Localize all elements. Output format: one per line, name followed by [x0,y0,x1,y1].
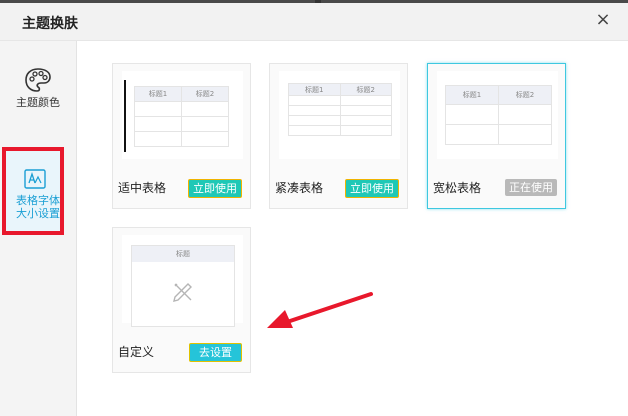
apply-now-button[interactable]: 立即使用 [345,179,399,198]
card-compact-table[interactable]: 标题1 标题2 紧凑表格 立即使用 [269,63,408,209]
card-name: 适中表格 [118,181,167,195]
annotation-arrow-icon [267,292,373,328]
go-setup-button[interactable]: 去设置 [189,343,242,362]
sidebar-item-label-line1: 表格字体 [16,194,60,207]
preview-header-cell: 标题2 [498,85,552,105]
card-custom-table[interactable]: 标题 自定义 去设置 [112,227,251,373]
preview-header-cell: 标题1 [134,86,182,102]
preview-header-cell: 标题1 [288,83,341,96]
preview-header-cell: 标题1 [445,85,499,105]
card-name: 宽松表格 [433,181,482,195]
sidebar-item-label-line2: 大小设置 [16,207,60,220]
ruler-pencil-icon [173,283,192,302]
close-icon[interactable]: × [594,9,612,31]
card-name: 紧凑表格 [275,181,324,195]
in-use-button[interactable]: 正在使用 [505,179,557,196]
custom-preview: 标题 [131,245,235,327]
sidebar-item-theme-color[interactable]: 主题颜色 [0,63,76,113]
preview-table: 标题1 标题2 [288,83,392,136]
sidebar-item-label: 主题颜色 [16,96,60,109]
font-size-icon [24,169,46,189]
card-loose-table[interactable]: 标题1 标题2 宽松表格 正在使用 [427,63,566,209]
preview-table: 标题1 标题2 [445,85,552,145]
highlight-box [2,147,64,235]
sidebar: 主题颜色 表格字体 大小设置 [0,41,77,416]
apply-now-button[interactable]: 立即使用 [188,179,242,198]
cursor-line [124,80,126,152]
preview-header-cell: 标题2 [181,86,229,102]
palette-icon [25,68,51,92]
card-name: 自定义 [118,345,155,359]
table-preview: 标题1 标题2 [122,71,243,159]
table-preview: 标题1 标题2 [437,71,558,159]
table-preview: 标题 [122,235,243,327]
preview-header-cell: 标题 [132,246,234,262]
preview-table: 标题1 标题2 [134,86,229,147]
dialog-title: 主题换肤 [22,16,78,32]
sidebar-item-table-font-size[interactable]: 表格字体 大小设置 [0,147,76,235]
preview-header-cell: 标题2 [339,83,392,96]
card-moderate-table[interactable]: 标题1 标题2 适中表格 立即使用 [112,63,251,209]
dialog-header: 主题换肤 × [0,3,628,41]
table-preview: 标题1 标题2 [279,71,400,159]
